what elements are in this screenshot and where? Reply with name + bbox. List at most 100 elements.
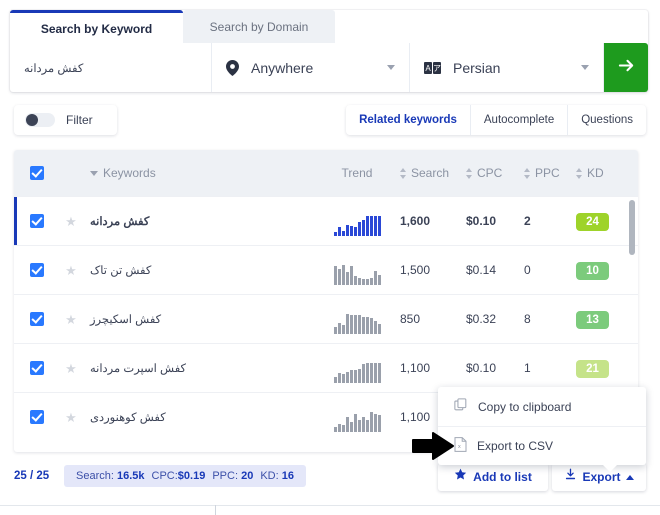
menu-item-export-to-csv[interactable]: x Export to CSV [438,426,646,465]
sort-icon [524,167,531,179]
row-trend-cell [314,246,400,294]
row-ppc-value: 1 [524,361,531,375]
column-header-cpc-label: CPC [477,166,503,180]
column-header-keywords-label: Keywords [103,166,156,180]
keyword-research-panel: Search by Keyword Search by Domain کفش م… [0,0,660,515]
star-outline-icon[interactable]: ★ [65,362,77,375]
table-row[interactable]: ★ کفش تن تاک 1,500 $0.14 0 10 [14,245,638,294]
row-trend-cell [314,344,400,392]
tab-autocomplete-label: Autocomplete [483,114,555,126]
column-header-search-label: Search [411,166,450,180]
row-search-volume-value: 1,500 [400,263,431,277]
kd-badge: 10 [576,261,609,280]
search-row: کفش مردانه Anywhere A ア Persian [10,43,648,92]
row-checkbox[interactable] [30,214,44,228]
row-search-volume: 1,600 [400,212,466,230]
row-kd-cell: 10 [576,261,638,280]
row-checkbox[interactable] [30,410,44,424]
block-arrow-right-icon [411,431,457,461]
row-favorite-cell: ★ [60,264,82,277]
tab-search-by-domain[interactable]: Search by Domain [183,10,335,43]
row-checkbox-cell [14,410,60,424]
result-count: 25 / 25 [14,470,50,482]
row-cpc: $0.32 [466,310,524,328]
summary-cpc: CPC:$0.19 [151,470,206,482]
keyword-input[interactable]: کفش مردانه [10,43,212,92]
language-select-value: Persian [453,59,501,76]
select-all-checkbox[interactable] [30,166,44,180]
row-cpc-value: $0.32 [466,312,497,326]
row-cpc-value: $0.14 [466,263,497,277]
tab-related-keywords[interactable]: Related keywords [346,105,470,135]
row-ppc: 8 [524,310,576,328]
star-outline-icon[interactable]: ★ [65,215,77,228]
row-search-volume: 1,100 [400,359,466,377]
row-keyword-text[interactable]: کفش اسکیچرز [90,312,161,326]
table-row[interactable]: ★ کفش مردانه 1,600 $0.10 2 24 [14,196,638,245]
filter-toggle-switch[interactable] [25,113,55,127]
column-header-cpc[interactable]: CPC [466,166,524,180]
row-keyword-text[interactable]: کفش اسپرت مردانه [90,361,186,375]
row-checkbox[interactable] [30,263,44,277]
star-outline-icon[interactable]: ★ [65,313,77,326]
column-header-trend: Trend [314,150,400,196]
table-row[interactable]: ★ کفش اسپرت مردانه 1,100 $0.10 1 21 [14,343,638,392]
table-row[interactable]: ★ کفش اسکیچرز 850 $0.32 8 13 [14,294,638,343]
row-search-volume-value: 1,100 [400,410,431,424]
location-select[interactable]: Anywhere [212,43,410,92]
row-ppc-value: 0 [524,263,531,277]
row-favorite-cell: ★ [60,313,82,326]
kd-badge: 24 [576,212,609,231]
column-header-search[interactable]: Search [400,166,466,180]
row-checkbox[interactable] [30,312,44,326]
trend-sparkline [333,265,381,285]
export-button[interactable]: Export [552,463,646,491]
menu-item-copy-to-clipboard[interactable]: Copy to clipboard [438,387,646,426]
column-header-keywords[interactable]: Keywords [82,166,314,180]
row-search-volume-value: 1,100 [400,361,431,375]
row-ppc: 0 [524,261,576,279]
row-checkbox[interactable] [30,361,44,375]
translate-icon: A ア [424,61,441,74]
caret-up-icon [625,474,634,480]
row-favorite-cell: ★ [60,215,82,228]
tab-related-keywords-label: Related keywords [359,114,457,126]
result-view-tabs: Related keywords Autocomplete Questions [346,105,646,135]
row-checkbox-cell [14,214,60,228]
filter-toggle[interactable]: Filter [14,105,117,135]
row-keyword-text[interactable]: کفش کوهنوردی [90,410,166,424]
tab-search-by-keyword[interactable]: Search by Keyword [10,10,183,43]
star-filled-icon [454,468,467,486]
row-trend-cell [314,393,400,441]
row-trend-cell [314,295,400,343]
row-ppc-value: 2 [524,214,531,228]
row-keyword-cell: کفش تن تاک [82,261,314,279]
caret-down-icon [90,170,98,176]
table-scrollbar-thumb[interactable] [629,200,635,255]
column-header-ppc[interactable]: PPC [524,166,576,180]
row-kd-cell: 13 [576,310,638,329]
export-dropdown-menu: Copy to clipboard x Export to CSV [438,387,646,472]
menu-item-copy-to-clipboard-label: Copy to clipboard [478,399,572,414]
table-header-row: Keywords Trend Search CPC PPC KD [14,150,638,196]
copy-icon [454,398,468,415]
chevron-down-icon [387,65,395,70]
star-outline-icon[interactable]: ★ [65,264,77,277]
search-mode-tabs: Search by Keyword Search by Domain [10,10,648,43]
row-kd-cell: 21 [576,359,638,378]
tab-questions[interactable]: Questions [567,105,646,135]
filter-toggle-knob [26,114,38,126]
filter-label: Filter [66,113,93,127]
column-header-kd[interactable]: KD [576,166,638,180]
search-card: Search by Keyword Search by Domain کفش م… [10,10,648,92]
tab-autocomplete[interactable]: Autocomplete [469,105,567,135]
sort-icon [466,167,473,179]
location-pin-icon [226,59,239,76]
search-submit-button[interactable] [604,43,648,92]
row-keyword-text[interactable]: کفش تن تاک [90,263,151,277]
row-keyword-text[interactable]: کفش مردانه [90,214,149,228]
language-select[interactable]: A ア Persian [410,43,604,92]
add-to-list-button[interactable]: Add to list [438,463,548,491]
star-outline-icon[interactable]: ★ [65,411,77,424]
svg-text:x: x [458,444,461,450]
